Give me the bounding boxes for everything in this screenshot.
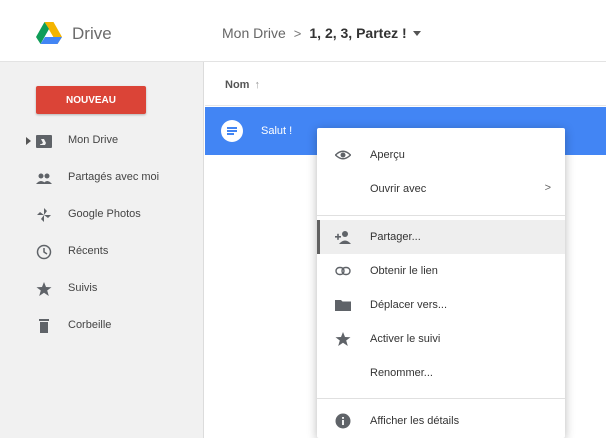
sidebar-item-corbeille[interactable]: Corbeille: [0, 311, 204, 341]
chevron-down-icon[interactable]: [412, 30, 421, 36]
menu-item-apercu[interactable]: Aperçu: [317, 138, 565, 172]
sidebar-item-label: Mon Drive: [68, 134, 119, 146]
menu-item-ouvrir-avec[interactable]: Ouvrir avec >: [317, 172, 565, 206]
folder-icon: [335, 300, 351, 311]
chevron-right-icon: >: [544, 182, 551, 194]
sidebar-item-mon-drive[interactable]: Mon Drive: [0, 126, 204, 156]
star-icon: [335, 332, 351, 346]
menu-item-label: Ouvrir avec: [370, 183, 427, 195]
menu-item-partager[interactable]: Partager...: [317, 220, 565, 254]
sidebar-item-google-photos[interactable]: Google Photos: [0, 200, 204, 230]
star-icon: [36, 282, 52, 296]
breadcrumb-current-folder[interactable]: 1, 2, 3, Partez !: [309, 25, 406, 41]
menu-item-obtenir-lien[interactable]: Obtenir le lien: [317, 254, 565, 288]
sidebar-item-recents[interactable]: Récents: [0, 237, 204, 267]
clock-icon: [36, 244, 52, 260]
drive-logo-icon[interactable]: [36, 22, 62, 44]
sort-by-name-header[interactable]: Nom ↑: [225, 79, 260, 91]
sidebar-item-label: Suivis: [68, 282, 98, 294]
breadcrumb-separator: >: [293, 25, 302, 41]
new-button[interactable]: NOUVEAU: [36, 86, 146, 114]
column-label: Nom: [225, 79, 250, 91]
sort-arrow-icon: ↑: [254, 79, 260, 91]
breadcrumb: Mon Drive > 1, 2, 3, Partez !: [222, 25, 421, 41]
menu-item-label: Afficher les détails: [370, 415, 460, 427]
link-icon: [335, 266, 351, 276]
drive-folder-icon: [36, 135, 52, 148]
sidebar-item-suivis[interactable]: Suivis: [0, 274, 204, 304]
menu-item-deplacer[interactable]: Déplacer vers...: [317, 288, 565, 322]
menu-item-renommer[interactable]: Renommer...: [317, 356, 565, 390]
sidebar-item-label: Google Photos: [68, 208, 141, 220]
info-icon: [335, 413, 351, 429]
menu-item-label: Obtenir le lien: [370, 265, 438, 277]
trash-icon: [39, 319, 49, 333]
menu-item-label: Activer le suivi: [370, 333, 441, 345]
people-icon: [36, 173, 52, 184]
menu-item-label: Partager...: [370, 231, 421, 243]
file-name: Salut !: [261, 125, 293, 137]
menu-item-label: Déplacer vers...: [370, 299, 448, 311]
context-menu: Aperçu Ouvrir avec > Partager... Obtenir…: [317, 128, 565, 438]
menu-item-label: Renommer...: [370, 367, 433, 379]
doc-icon: [221, 120, 243, 142]
menu-item-activer-suivi[interactable]: Activer le suivi: [317, 322, 565, 356]
menu-divider: [317, 398, 565, 399]
column-header: Nom ↑: [205, 62, 606, 106]
expand-arrow-icon[interactable]: [26, 137, 31, 145]
sidebar-item-label: Partagés avec moi: [68, 171, 160, 183]
menu-divider: [317, 215, 565, 216]
pinwheel-icon: [37, 208, 51, 222]
sidebar: NOUVEAU Mon Drive Partagés avec moi Goog…: [0, 62, 204, 438]
app-name[interactable]: Drive: [72, 24, 112, 44]
menu-item-afficher-details[interactable]: Afficher les détails: [317, 404, 565, 438]
menu-item-label: Aperçu: [370, 149, 405, 161]
app-header: Drive Mon Drive > 1, 2, 3, Partez !: [0, 0, 606, 62]
eye-icon: [335, 150, 351, 160]
sidebar-item-partages[interactable]: Partagés avec moi: [0, 163, 204, 193]
sidebar-item-label: Récents: [68, 245, 109, 257]
sidebar-item-label: Corbeille: [68, 319, 112, 331]
add-person-icon: [335, 231, 351, 244]
breadcrumb-root[interactable]: Mon Drive: [222, 25, 286, 41]
